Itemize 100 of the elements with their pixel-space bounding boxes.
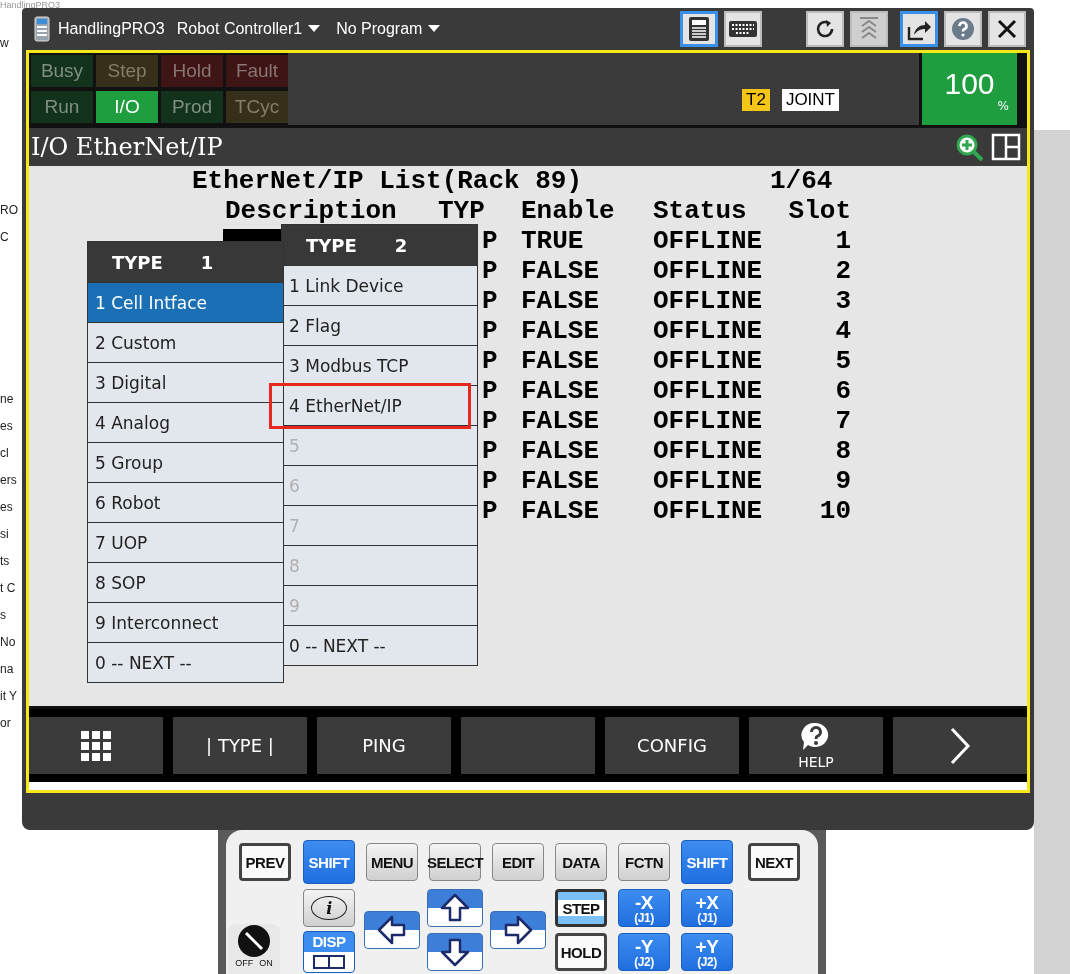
menu-item[interactable]: 8 SOP: [88, 562, 283, 602]
menu-item[interactable]: 0 -- NEXT --: [88, 642, 283, 682]
keypad-key[interactable]: -X (J1): [618, 889, 670, 927]
arrow-icon: [438, 937, 472, 967]
keypad-key[interactable]: FCTN: [618, 843, 670, 881]
table-cell: P: [482, 316, 498, 346]
controller-dropdown[interactable]: Robot Controller1: [172, 20, 325, 38]
menu-item[interactable]: 3 Modbus TCP: [282, 345, 477, 385]
pendant-icon: [687, 16, 711, 42]
refresh-button[interactable]: [806, 11, 844, 47]
table-cell: P: [482, 496, 498, 526]
menu-item[interactable]: 4 Analog: [88, 402, 283, 442]
keypad-key[interactable]: HOLD: [555, 933, 607, 971]
menu-number: 1: [200, 251, 214, 273]
keypad-key[interactable]: STEP: [555, 889, 607, 927]
table-cell-text: FALSE: [521, 316, 600, 346]
background-text: No: [0, 634, 17, 651]
keypad-key[interactable]: +Y (J2): [681, 933, 733, 971]
keyboard-button[interactable]: [724, 11, 762, 47]
table-cell: P: [482, 406, 498, 436]
keypad-key[interactable]: NEXT: [748, 843, 800, 881]
pendant-icon: [34, 16, 50, 42]
keyboard-icon: [728, 20, 758, 38]
override-unit: %: [997, 99, 1009, 113]
menu-item[interactable]: 6 Robot: [88, 482, 283, 522]
function-key[interactable]: CONFIG: [605, 717, 739, 774]
table-cell-text: 6: [834, 376, 851, 406]
keypad-key[interactable]: MENU: [366, 843, 418, 881]
close-button[interactable]: [988, 11, 1026, 47]
screen-title: I/O EtherNet/IP: [31, 133, 224, 161]
background-text: ers: [0, 472, 18, 489]
menu-item[interactable]: 2 Flag: [282, 305, 477, 345]
background-text: C: [0, 229, 10, 246]
app-name: HandlingPRO3: [58, 20, 165, 38]
arrow-icon: [503, 913, 533, 947]
menu-item[interactable]: 4 EtherNet/IP: [282, 385, 477, 425]
zoom-in-icon[interactable]: [955, 133, 985, 161]
arrow-key[interactable]: [490, 911, 546, 949]
program-dropdown[interactable]: No Program: [332, 20, 445, 38]
function-key[interactable]: [29, 717, 163, 774]
table-cell-text: 4: [834, 316, 851, 346]
column-header: Slot: [788, 196, 851, 226]
menu-item[interactable]: 1 Link Device: [282, 265, 477, 305]
help-button[interactable]: [944, 11, 982, 47]
table-cell-text: OFFLINE: [653, 496, 764, 526]
status-lamp: Fault: [226, 55, 288, 87]
status-lamp: Run: [31, 91, 93, 123]
keypad-key[interactable]: i: [303, 889, 355, 927]
keypad-key[interactable]: DATA: [555, 843, 607, 881]
menu-number: 2: [394, 234, 408, 256]
split-screen-icon: [313, 955, 345, 969]
function-key[interactable]: HELP: [749, 717, 883, 774]
list-title: EtherNet/IP List(Rack 89): [192, 166, 584, 196]
keypad-key[interactable]: PREV: [239, 843, 291, 881]
keypad-key[interactable]: SHIFT: [303, 840, 355, 884]
table-cell-text: OFFLINE: [653, 346, 764, 376]
menu-item[interactable]: 7 UOP: [88, 522, 283, 562]
table-cell-text: 10: [818, 496, 851, 526]
table-cell-text: OFFLINE: [653, 316, 764, 346]
menu-item[interactable]: 5 Group: [88, 442, 283, 482]
table-cell-text: 2: [834, 256, 851, 286]
menu-item[interactable]: 1 Cell Intface: [88, 282, 283, 322]
status-lamp: Hold: [161, 55, 223, 87]
table-cell-text: 1: [834, 226, 851, 256]
arrow-key[interactable]: [364, 911, 420, 949]
switch-label: OFF: [235, 958, 254, 968]
table-cell-text: FALSE: [521, 496, 600, 526]
arrow-key[interactable]: [427, 933, 483, 971]
background-text: na: [0, 661, 15, 678]
arrow-icon: [438, 893, 472, 923]
table-cell-text: FALSE: [521, 286, 600, 316]
menu-item[interactable]: 2 Custom: [88, 322, 283, 362]
table-cell-text: FALSE: [521, 406, 600, 436]
keypad-key[interactable]: +X (J1): [681, 889, 733, 927]
background-text: w: [0, 35, 10, 52]
help-icon: [951, 17, 975, 41]
function-key[interactable]: | TYPE |: [173, 717, 307, 774]
mode-badge: T2: [742, 89, 770, 111]
background-window-title: HandlingPRO3: [0, 0, 61, 10]
table-cell-text: 9: [834, 466, 851, 496]
stack-icon: [858, 16, 880, 42]
table-cell-text: 8: [834, 436, 851, 466]
table-cell: P: [482, 256, 498, 286]
table-cell-text: FALSE: [521, 466, 600, 496]
background-text: ts: [0, 553, 11, 570]
key-switch[interactable]: OFF ON: [228, 924, 280, 974]
keypad-key[interactable]: SHIFT: [681, 840, 733, 884]
layout-icon[interactable]: [991, 133, 1021, 161]
arrow-key[interactable]: [427, 889, 483, 927]
popout-button[interactable]: [900, 11, 938, 47]
chevron-right-icon: [949, 725, 971, 766]
menu-item[interactable]: 0 -- NEXT --: [282, 625, 477, 665]
keypad-key[interactable]: EDIT: [492, 843, 544, 881]
table-cell: P: [482, 286, 498, 316]
function-key[interactable]: PING: [317, 717, 451, 774]
menu-item[interactable]: 9 Interconnect: [88, 602, 283, 642]
keypad-key[interactable]: -Y (J2): [618, 933, 670, 971]
pendant-view-button[interactable]: [680, 11, 718, 47]
menu-item[interactable]: 3 Digital: [88, 362, 283, 402]
background-text: s: [0, 607, 7, 624]
